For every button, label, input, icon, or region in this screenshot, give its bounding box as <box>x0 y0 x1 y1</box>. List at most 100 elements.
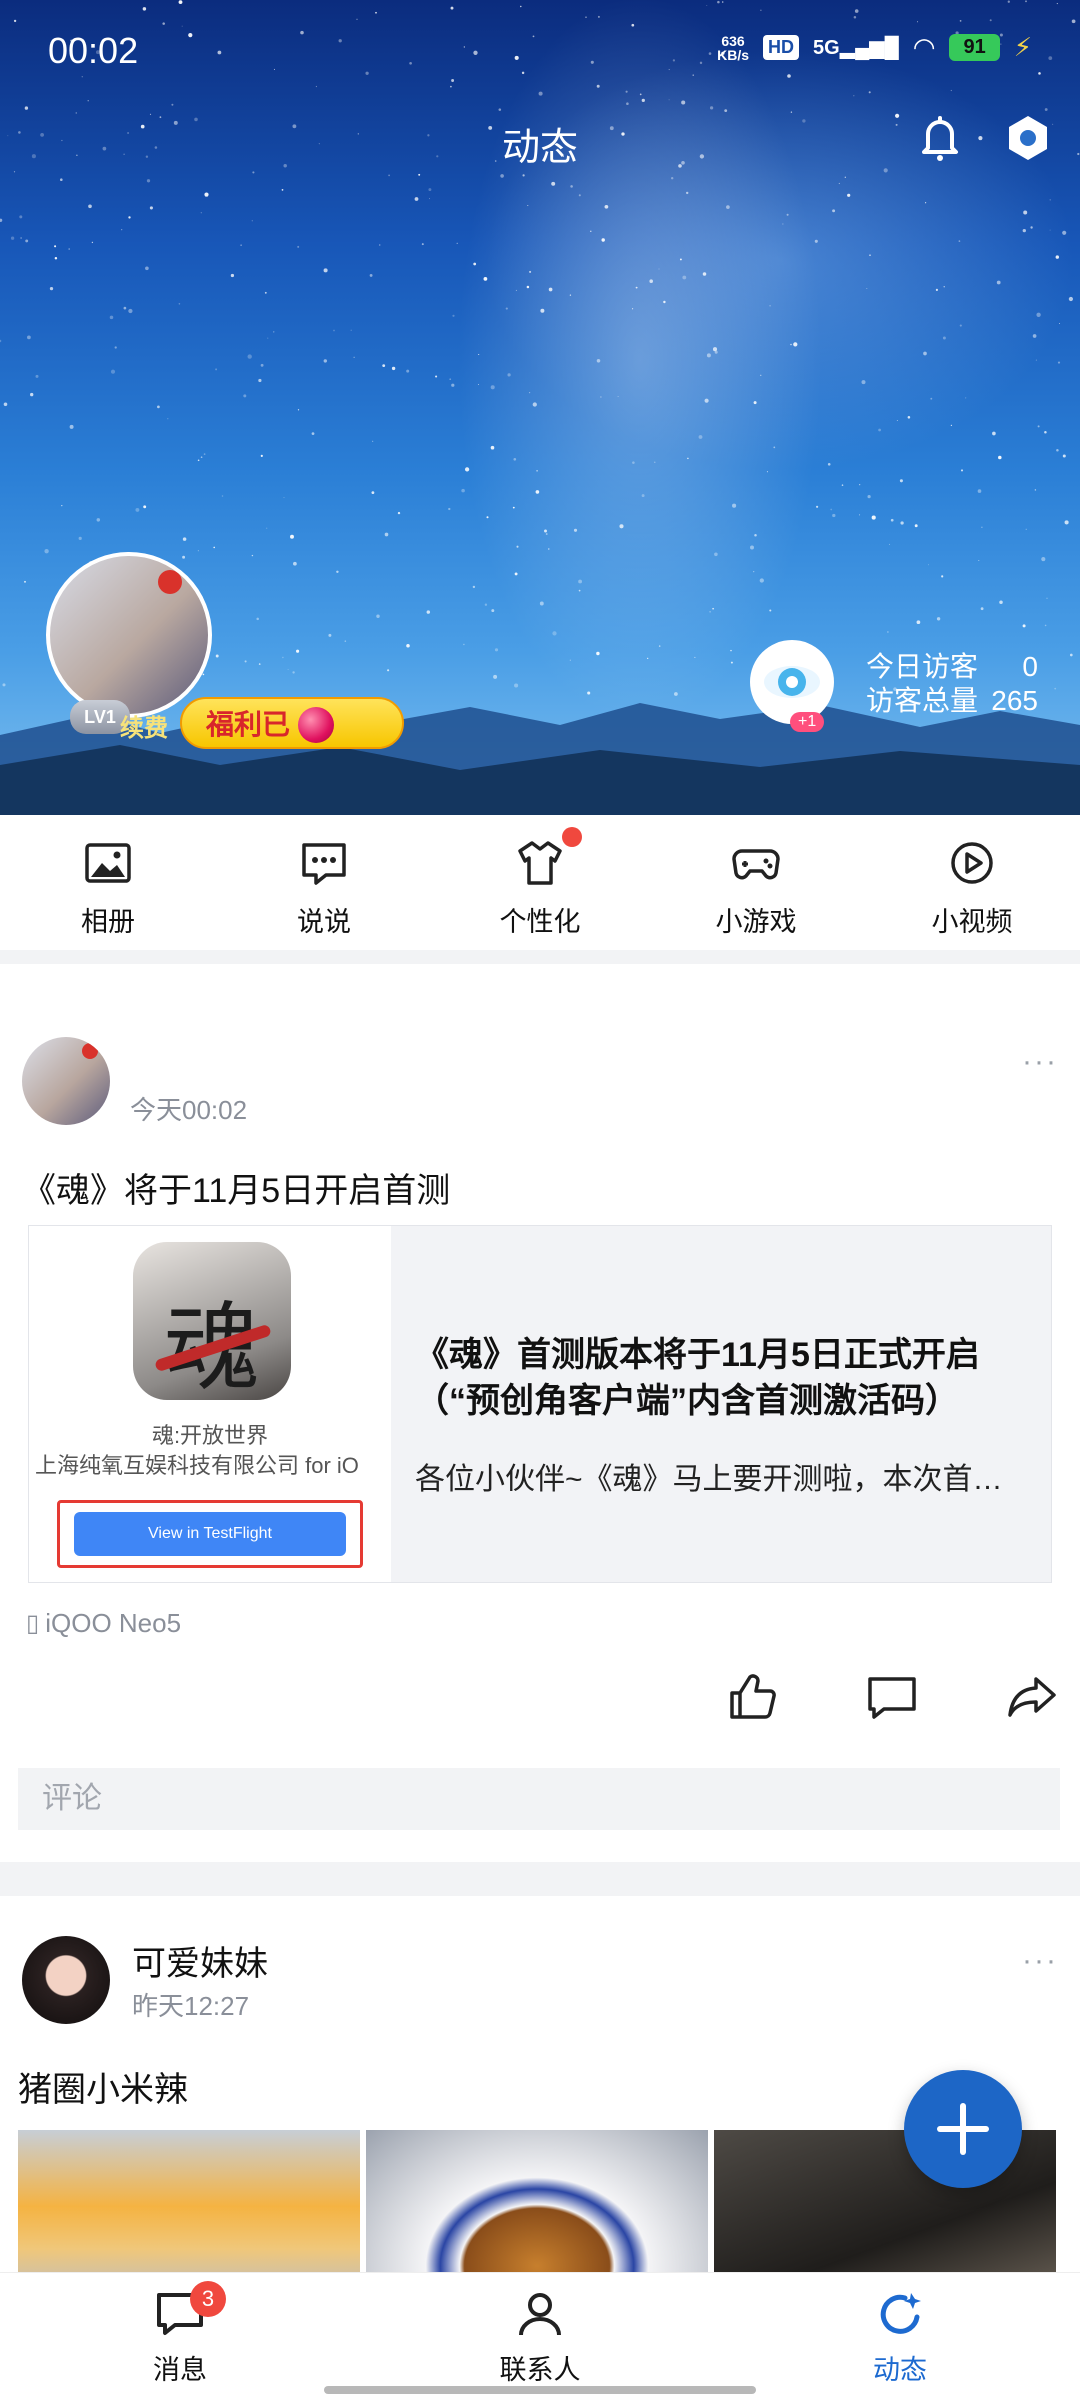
tool-games[interactable]: 小游戏 <box>648 815 864 950</box>
star <box>868 91 871 94</box>
star <box>859 514 861 516</box>
star <box>649 279 653 283</box>
star <box>251 554 254 557</box>
star <box>178 303 181 305</box>
star <box>1062 454 1066 458</box>
post-time: 今天00:02 <box>130 1095 248 1125</box>
star <box>750 545 754 550</box>
star <box>451 79 455 82</box>
unread-badge: 3 <box>190 2281 226 2317</box>
post-author-avatar[interactable] <box>22 1936 110 2024</box>
star <box>456 242 458 244</box>
star <box>535 490 540 494</box>
star <box>941 575 944 578</box>
star <box>19 215 23 219</box>
star <box>527 204 529 207</box>
star <box>590 230 592 232</box>
star <box>889 543 890 545</box>
comment-input[interactable]: 评论 <box>18 1768 1060 1830</box>
star <box>350 329 352 331</box>
star <box>240 244 242 246</box>
star <box>406 369 410 373</box>
star <box>641 494 645 498</box>
home-indicator[interactable] <box>324 2386 756 2394</box>
star <box>977 489 982 493</box>
star <box>1044 431 1047 434</box>
star <box>717 0 720 4</box>
tool-album[interactable]: 相册 <box>0 815 216 950</box>
star <box>181 25 183 27</box>
star <box>473 262 477 266</box>
tool-short-video[interactable]: 小视频 <box>864 815 1080 950</box>
welfare-button[interactable]: 福利已 <box>180 697 404 749</box>
star <box>200 456 203 459</box>
star <box>679 258 682 261</box>
more-options-button[interactable]: ··· <box>1022 1944 1058 1978</box>
photo-thumbnail[interactable] <box>366 2130 708 2288</box>
star <box>251 220 253 222</box>
photo-thumbnail[interactable] <box>18 2130 360 2288</box>
star <box>449 378 452 381</box>
star <box>950 89 952 92</box>
star <box>258 378 262 383</box>
visitor-eye-button[interactable]: +1 <box>750 640 834 732</box>
star <box>247 354 252 359</box>
star <box>149 206 153 210</box>
comment-icon[interactable] <box>864 1669 920 1725</box>
star <box>10 236 15 240</box>
star <box>426 610 431 614</box>
star <box>625 90 628 93</box>
star <box>87 100 89 102</box>
nav-label: 消息 <box>153 2355 207 2385</box>
star <box>866 287 868 290</box>
nav-contacts[interactable]: 联系人 <box>440 2287 640 2387</box>
star <box>601 238 605 242</box>
tool-moments[interactable]: 说说 <box>216 815 432 950</box>
star <box>182 537 187 541</box>
star <box>1041 557 1046 562</box>
cover-background[interactable]: 00:02 636 KB/s HD 5G▂▄▆█ ◠ 91 ⚡ 动态 LV1 续费… <box>0 0 1080 815</box>
star <box>714 350 718 354</box>
feed-post: 今天00:02 ··· 《魂》将于11月5日开启首测 魂 魂:开放世界 上海纯氧… <box>0 965 1080 1865</box>
visitor-stats[interactable]: 今日访客 0 访客总量 265 <box>866 650 1038 718</box>
post-author-name[interactable]: 可爱妹妹 <box>132 1936 268 1985</box>
settings-icon[interactable] <box>1000 110 1056 166</box>
today-visitors-value: 0 <box>1022 651 1038 682</box>
star <box>382 364 386 367</box>
refresh-star-icon <box>880 2293 921 2334</box>
nav-messages[interactable]: 3 消息 <box>80 2281 280 2387</box>
star <box>721 1 724 3</box>
tool-personalize[interactable]: 个性化 <box>432 815 648 950</box>
star <box>871 515 876 520</box>
star <box>816 505 819 508</box>
profile-avatar[interactable] <box>46 552 212 718</box>
gamepad-icon <box>732 849 780 880</box>
star <box>293 561 297 566</box>
star <box>942 336 946 340</box>
star <box>200 212 202 214</box>
star <box>732 503 737 508</box>
star <box>516 545 519 548</box>
shared-link-card[interactable]: 魂 魂:开放世界 上海纯氧互娱科技有限公司 for iO View in Tes… <box>28 1225 1052 1583</box>
star <box>1064 520 1069 525</box>
renew-label[interactable]: 续费 <box>120 708 168 743</box>
more-options-button[interactable]: ··· <box>1022 1045 1058 1079</box>
star <box>336 570 339 574</box>
post-author-avatar[interactable] <box>22 1037 110 1125</box>
star <box>91 241 94 244</box>
bell-icon[interactable] <box>912 110 968 166</box>
star <box>483 277 488 281</box>
star <box>1046 597 1048 599</box>
share-icon[interactable] <box>1004 1669 1060 1725</box>
star <box>853 95 855 97</box>
star <box>311 432 315 435</box>
star <box>896 420 898 421</box>
star <box>522 174 525 177</box>
compose-button[interactable] <box>904 2070 1022 2188</box>
like-icon[interactable] <box>724 1669 780 1725</box>
nav-feed[interactable]: 动态 <box>800 2287 1000 2387</box>
star <box>25 239 29 243</box>
star <box>844 176 846 178</box>
star <box>375 11 377 14</box>
star <box>959 324 962 327</box>
